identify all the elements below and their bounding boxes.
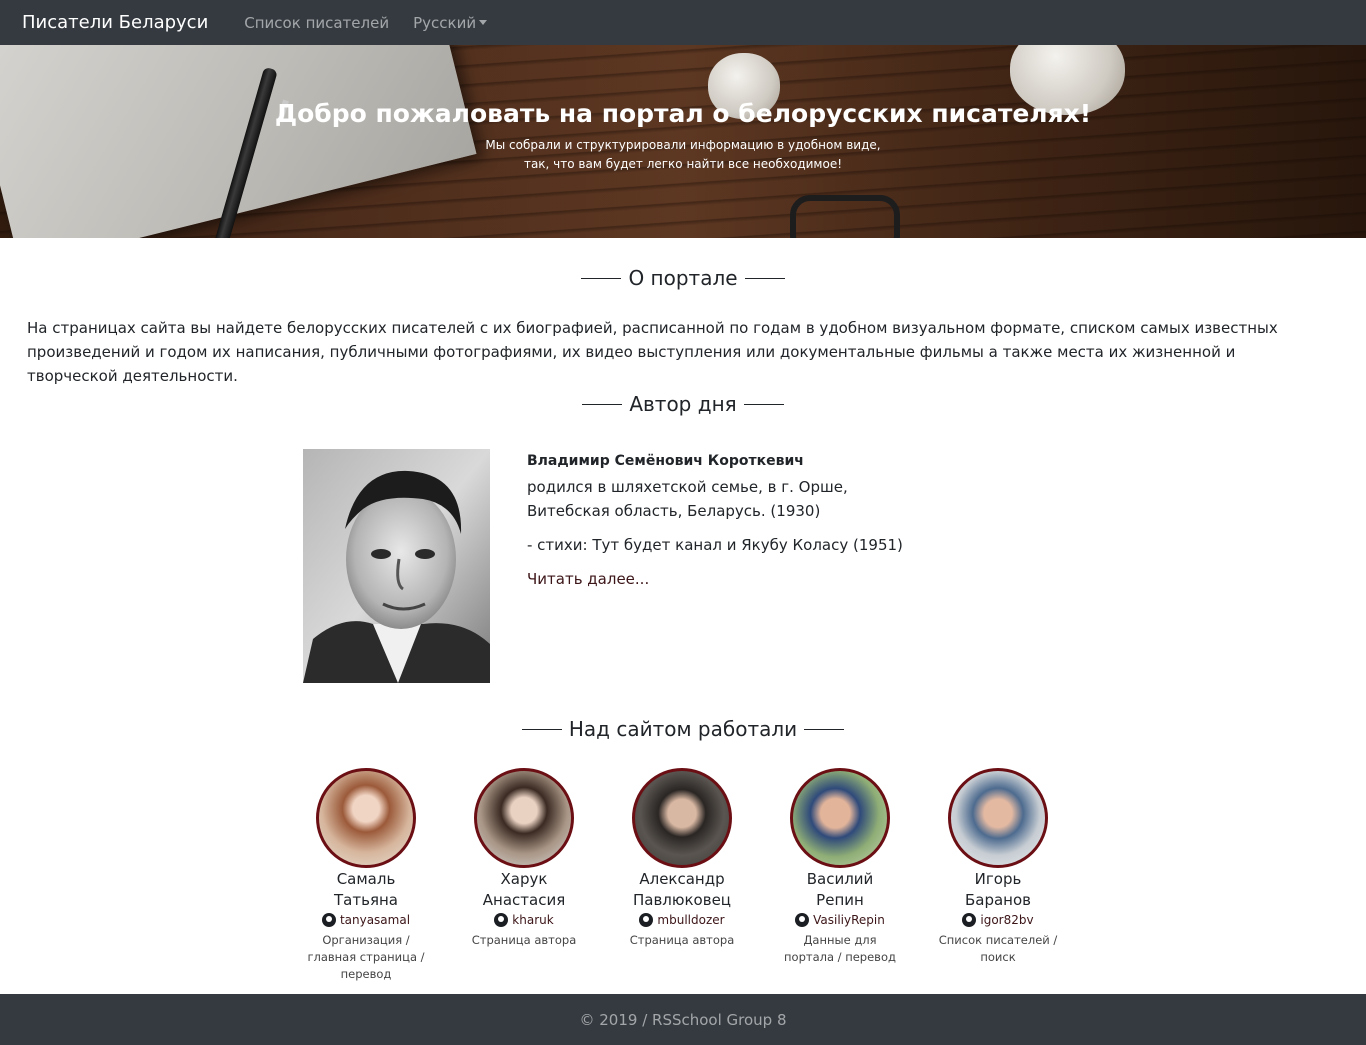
navbar: Писатели Беларуси Список писателей Русск… xyxy=(0,0,1366,45)
member-first-name: Самаль xyxy=(336,870,396,888)
github-username: kharuk xyxy=(512,913,554,927)
footer-copyright: © 2019 / RSSchool Group 8 xyxy=(579,1010,787,1029)
member-role: Страница автора xyxy=(629,933,735,947)
team-list: Самаль Татьяна tanyasamal Организация / … xyxy=(287,768,1079,983)
member-first-name: Харук xyxy=(500,870,548,888)
member-last-name: Татьяна xyxy=(334,891,398,909)
member-last-name: Павлюковец xyxy=(632,891,732,909)
member-last-name: Репин xyxy=(816,891,864,909)
team-member: Самаль Татьяна tanyasamal Организация / … xyxy=(287,768,445,983)
member-role: Страница автора xyxy=(471,933,577,947)
author-portrait-image xyxy=(303,449,490,683)
hero-glasses-decoration xyxy=(790,195,900,238)
member-first-name: Игорь xyxy=(974,870,1022,888)
team-heading: Над сайтом работали xyxy=(0,717,1366,741)
github-icon xyxy=(639,913,654,927)
author-portrait[interactable] xyxy=(303,449,490,683)
hero-title: Добро пожаловать на портал о белорусских… xyxy=(274,99,1092,128)
github-icon xyxy=(494,913,509,927)
member-last-name: Анастасия xyxy=(482,891,566,909)
language-dropdown[interactable]: Русский xyxy=(413,13,488,32)
github-link[interactable]: mbulldozer xyxy=(639,913,725,927)
avatar xyxy=(790,768,890,868)
footer: © 2019 / RSSchool Group 8 xyxy=(0,994,1366,1045)
about-heading-text: О портале xyxy=(628,266,738,290)
github-icon xyxy=(962,913,977,927)
avatar xyxy=(474,768,574,868)
github-link[interactable]: VasiliyRepin xyxy=(795,913,885,927)
heading-divider xyxy=(804,728,845,730)
hero-text: Добро пожаловать на портал о белорусских… xyxy=(0,99,1366,174)
github-icon xyxy=(321,913,336,927)
github-username: mbulldozer xyxy=(657,913,725,927)
member-last-name: Баранов xyxy=(964,891,1032,909)
avatar xyxy=(316,768,416,868)
about-heading: О портале xyxy=(0,266,1366,290)
heading-divider xyxy=(743,403,784,405)
github-link[interactable]: kharuk xyxy=(494,913,554,927)
author-of-day-heading: Автор дня xyxy=(0,392,1366,416)
heading-divider xyxy=(581,277,622,279)
team-member: Игорь Баранов igor82bv Список писателей … xyxy=(919,768,1077,983)
member-role: Список писателей / поиск xyxy=(938,933,1058,964)
about-text: На страницах сайта вы найдете белорусски… xyxy=(27,319,1278,385)
hero-subtitle-line2: так, что вам будет легко найти все необх… xyxy=(523,157,843,171)
author-birth-line2: Витебская область, Беларусь. (1930) xyxy=(527,502,821,520)
team-member: Харук Анастасия kharuk Страница автора xyxy=(445,768,603,983)
github-username: tanyasamal xyxy=(339,913,411,927)
github-link[interactable]: igor82bv xyxy=(962,913,1034,927)
avatar xyxy=(632,768,732,868)
hero-subtitle-line1: Мы собрали и структурировали информацию … xyxy=(485,138,881,152)
member-first-name: Александр xyxy=(639,870,725,888)
team-heading-text: Над сайтом работали xyxy=(568,717,798,741)
caret-down-icon xyxy=(479,19,488,25)
team-member: Василий Репин VasiliyRepin Данные для по… xyxy=(761,768,919,983)
github-icon xyxy=(795,913,810,927)
author-name: Владимир Семёнович Короткевич xyxy=(527,453,804,469)
avatar xyxy=(948,768,1048,868)
member-role: Данные для портала / перевод xyxy=(784,933,896,964)
team-member: Александр Павлюковец mbulldozer Страница… xyxy=(603,768,761,983)
member-first-name: Василий xyxy=(806,870,874,888)
heading-divider xyxy=(582,403,623,405)
heading-divider xyxy=(744,277,785,279)
github-username: igor82bv xyxy=(980,913,1034,927)
github-username: VasiliyRepin xyxy=(813,913,885,927)
heading-divider xyxy=(521,728,562,730)
brand-link[interactable]: Писатели Беларуси xyxy=(22,12,208,33)
language-label: Русский xyxy=(413,13,477,32)
author-birth-line1: родился в шляхетской семье, в г. Орше, xyxy=(527,478,848,496)
hero-banner: Добро пожаловать на портал о белорусских… xyxy=(0,45,1366,238)
github-link[interactable]: tanyasamal xyxy=(321,913,411,927)
author-of-day-heading-text: Автор дня xyxy=(629,392,737,416)
member-role: Организация / главная страница / перевод xyxy=(307,933,425,981)
author-works: - стихи: Тут будет канал и Якубу Коласу … xyxy=(527,536,903,554)
read-more-link[interactable]: Читать далее... xyxy=(527,567,947,591)
author-info: Владимир Семёнович Короткевич родился в … xyxy=(527,449,947,591)
nav-link-writers-list[interactable]: Список писателей xyxy=(244,14,389,32)
